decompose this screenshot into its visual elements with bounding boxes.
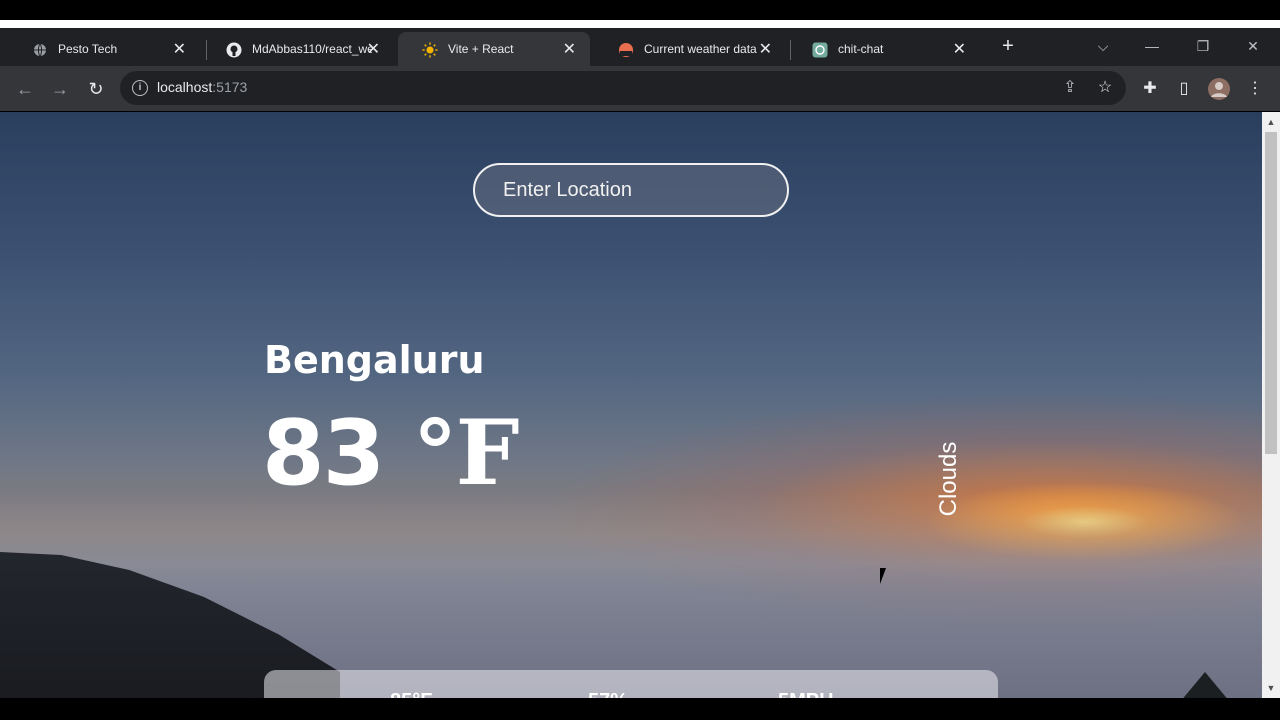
weather-app: Bengaluru 83 °F Clouds 85°F 57% 5MPH <box>0 112 1262 698</box>
scrollbar-thumb[interactable] <box>1265 132 1277 454</box>
temperature-value: 83 <box>262 401 385 506</box>
tab-current-weather[interactable]: Current weather data ✕ <box>594 32 786 66</box>
info-icon[interactable]: i <box>132 80 148 96</box>
close-icon[interactable]: ✕ <box>173 39 186 59</box>
extensions-icon[interactable]: ✚ <box>1139 78 1161 100</box>
page-scrollbar[interactable]: ▲ ▼ <box>1262 112 1280 698</box>
screen: Pesto Tech ✕ MdAbbas110/react_we ✕ Vite … <box>0 0 1280 720</box>
temperature-unit: °F <box>412 400 520 506</box>
reload-icon[interactable]: ↻ <box>85 78 107 100</box>
chatgpt-icon <box>812 42 828 58</box>
tab-strip: Pesto Tech ✕ MdAbbas110/react_we ✕ Vite … <box>0 28 1280 66</box>
scroll-down-icon[interactable]: ▼ <box>1262 680 1280 696</box>
city-name: Bengaluru <box>264 338 485 382</box>
tab-label: Vite + React <box>448 42 514 56</box>
tab-label: Pesto Tech <box>58 42 118 56</box>
feels-like-value: 85°F <box>390 690 432 698</box>
menu-icon[interactable]: ⋮ <box>1244 78 1266 100</box>
tab-label: MdAbbas110/react_we <box>252 42 372 56</box>
github-icon <box>226 42 242 58</box>
address-bar[interactable]: i localhost:5173 ⇪ ☆ <box>120 71 1126 105</box>
forward-icon[interactable]: → <box>49 78 71 100</box>
wind-value: 5MPH <box>778 690 834 698</box>
tab-pesto-tech[interactable]: Pesto Tech ✕ <box>8 32 200 66</box>
temperature: 83 °F <box>262 400 520 506</box>
address-text: localhost:5173 <box>157 79 248 95</box>
scroll-up-icon[interactable]: ▲ <box>1262 114 1280 130</box>
avatar[interactable] <box>1208 78 1230 100</box>
weather-stats-card: 85°F 57% 5MPH <box>264 670 998 698</box>
tab-chit-chat[interactable]: chit-chat ✕ <box>788 32 980 66</box>
tab-github[interactable]: MdAbbas110/react_we ✕ <box>202 32 394 66</box>
top-edge <box>0 20 1280 28</box>
tab-search-icon[interactable]: ⌵ <box>1091 34 1115 58</box>
tab-label: Current weather data <box>644 42 757 56</box>
star-icon[interactable]: ☆ <box>1094 77 1116 99</box>
minimize-icon[interactable]: — <box>1140 34 1164 58</box>
weather-description: Clouds <box>935 441 962 517</box>
tab-vite-react[interactable]: Vite + React ✕ <box>398 32 590 66</box>
humidity-value: 57% <box>588 690 628 698</box>
share-icon[interactable]: ⇪ <box>1059 77 1081 99</box>
location-search-input[interactable] <box>473 163 789 217</box>
browser-toolbar: ← → ↻ i localhost:5173 ⇪ ☆ ✚ ▯ ⋮ <box>0 66 1280 111</box>
sun-icon <box>422 42 438 58</box>
restore-icon[interactable]: ❐ <box>1191 34 1215 58</box>
side-panel-icon[interactable]: ▯ <box>1173 78 1195 100</box>
globe-icon <box>32 42 48 58</box>
close-icon[interactable]: ✕ <box>759 39 772 59</box>
close-icon[interactable]: ✕ <box>563 39 576 59</box>
back-icon[interactable]: ← <box>14 78 36 100</box>
openweather-icon <box>618 42 634 58</box>
bottom-edge <box>0 698 1280 720</box>
close-icon[interactable]: ✕ <box>367 39 380 59</box>
mouse-cursor <box>880 568 892 584</box>
tab-label: chit-chat <box>838 42 884 56</box>
new-tab-button[interactable]: + <box>996 34 1020 58</box>
close-icon[interactable]: ✕ <box>953 39 966 59</box>
close-window-icon[interactable]: ✕ <box>1241 34 1265 58</box>
